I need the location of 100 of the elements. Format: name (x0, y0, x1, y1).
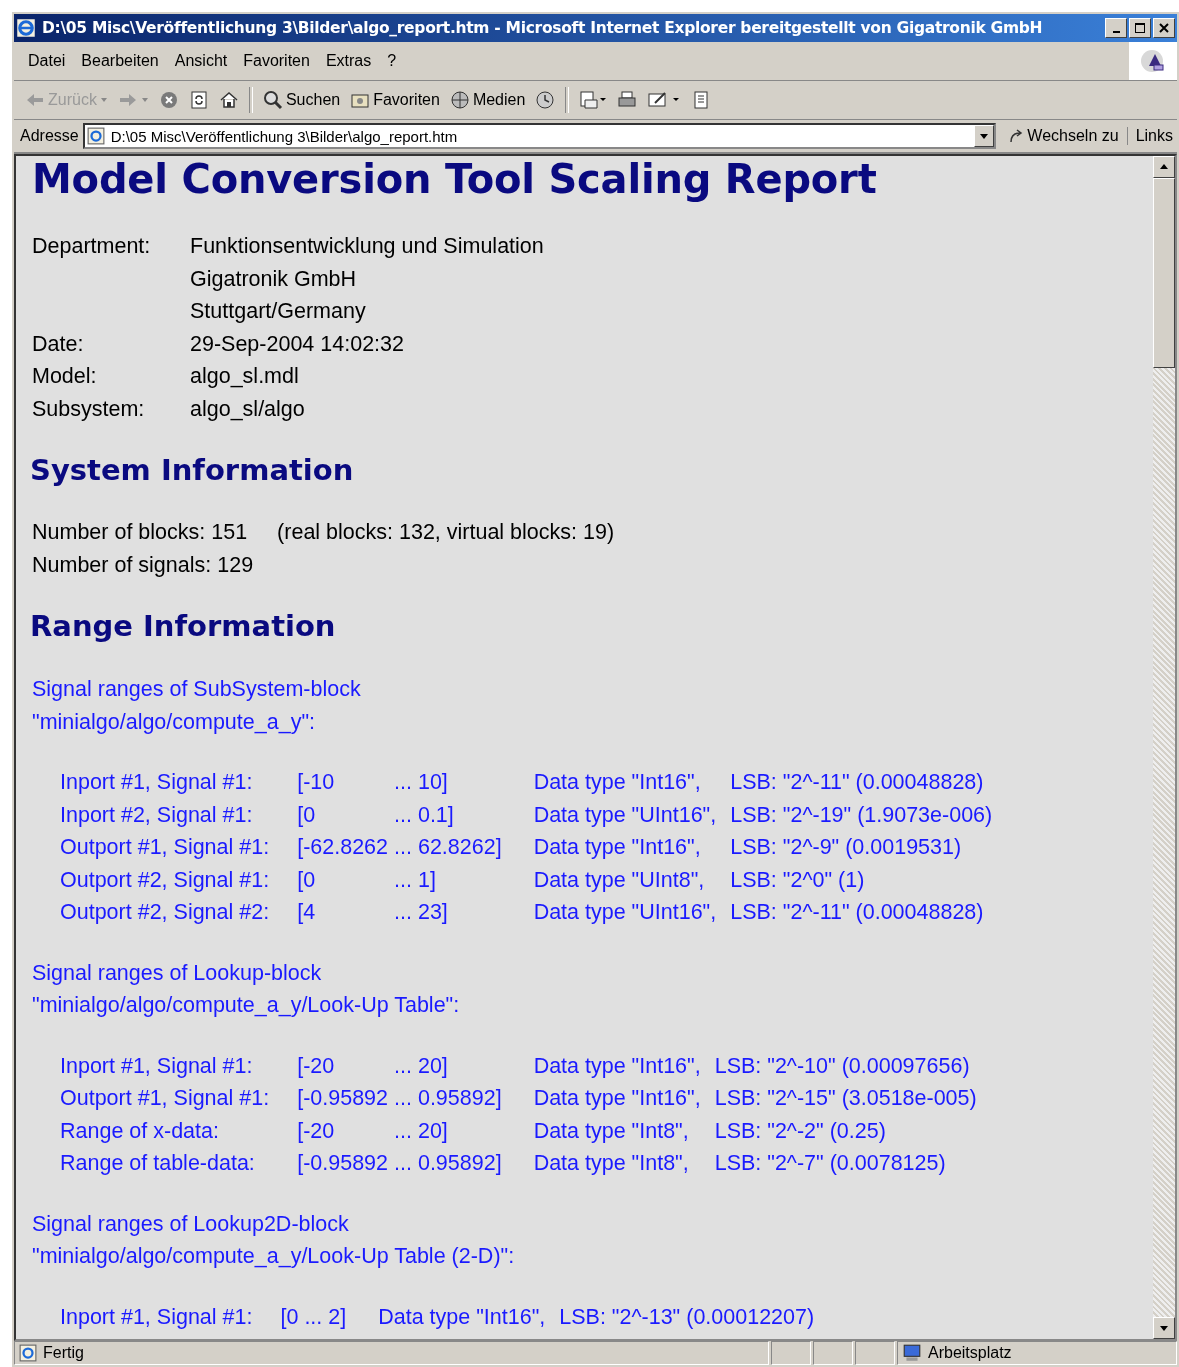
computer-icon (902, 1344, 922, 1362)
range-end: ... 10] (394, 769, 449, 796)
range-end: ... 23] (394, 899, 449, 926)
up-arrow-icon (1159, 162, 1169, 172)
lsb-value: LSB: "2^-11" (0.00048828) (730, 899, 985, 926)
go-button[interactable]: Wechseln zu (1000, 127, 1128, 145)
caret-icon (99, 96, 108, 104)
favorites-button[interactable]: Favoriten (347, 87, 443, 113)
range-end: ... 1] (394, 866, 437, 894)
down-arrow-icon (1159, 1323, 1169, 1333)
links-button[interactable]: Links (1131, 127, 1177, 145)
signal-label: Inport #2, Signal #1: (60, 801, 254, 829)
printer-icon (617, 90, 638, 110)
lsb-value: LSB: "2^-15" (3.0518e-005) (714, 1085, 977, 1112)
lsb-value: LSB: "2^-9" (0.0019531) (730, 834, 963, 861)
search-button[interactable]: Suchen (259, 87, 344, 113)
range-start: [0 (297, 866, 317, 894)
range-start: [-10 (297, 769, 336, 796)
close-icon (1158, 22, 1170, 34)
lsb-value: LSB: "2^-2" (0.25) (714, 1117, 887, 1145)
address-field[interactable]: D:\05 Misc\Veröffentlichung 3\Bilder\algo_report.htm (82, 123, 997, 149)
stat-text: Number of signals: 129 (32, 551, 254, 579)
data-type: Data type "Int16", (532, 769, 702, 796)
close-button[interactable] (1153, 18, 1175, 38)
magnifier-icon (262, 90, 283, 110)
range-end: ... 62.8262] (394, 834, 502, 861)
page-icon (86, 127, 105, 145)
minimize-button[interactable] (1105, 18, 1127, 38)
data-type: Data type "Int16", (532, 1052, 702, 1080)
lsb-value: LSB: "2^-13" (0.00012207) (559, 1303, 815, 1331)
media-button[interactable]: Medien (446, 87, 529, 113)
section-heading: System Information (30, 453, 355, 487)
lsb-value: LSB: "2^-19" (1.9073e-006) (730, 801, 993, 829)
info-label: Department: (32, 233, 152, 260)
block-title: "minialgo/algo/compute_a_y/Look-Up Table (2-D)": (32, 1243, 516, 1270)
range-start: [4 (297, 899, 317, 926)
range-end: ... 0.1] (394, 801, 455, 829)
range-end: ... 0.95892] (394, 1150, 502, 1177)
block-title: "minialgo/algo/compute_a_y": (32, 708, 316, 736)
clock-icon (535, 90, 556, 110)
menu-item[interactable]: ? (379, 52, 405, 70)
home-icon (218, 90, 239, 110)
menu-item[interactable]: Ansicht (166, 52, 236, 70)
caret-icon (140, 96, 149, 104)
vertical-scrollbar[interactable] (1153, 156, 1175, 1339)
maximize-icon (1134, 22, 1146, 34)
range-start: [-20 (297, 1052, 336, 1080)
window-title: D:\05 Misc\Veröffentlichung 3\Bilder\algo_report.htm - Microsoft Internet Explorer bereitgestellt von Gigatronik GmbH (42, 19, 1044, 37)
info-value: Gigatronik GmbH (190, 265, 358, 293)
signal-label: Range of table-data: (60, 1150, 256, 1177)
maximize-button[interactable] (1129, 18, 1151, 38)
curved-arrow-icon (1008, 128, 1025, 144)
scroll-down-button[interactable] (1153, 1317, 1175, 1339)
range-start: [0 (297, 801, 317, 829)
menu-item[interactable]: Favoriten (235, 52, 318, 70)
status-text: Fertig (43, 1344, 84, 1362)
stop-icon (158, 90, 179, 110)
signal-label: Inport #1, Signal #1: (60, 1303, 254, 1331)
range-end: ... 20] (394, 1052, 449, 1080)
block-title: "minialgo/algo/compute_a_y/Look-Up Table": (32, 992, 461, 1019)
edit-icon (647, 90, 682, 110)
info-label: Date: (32, 330, 85, 358)
dropdown-button[interactable] (974, 125, 995, 147)
stat-note: (real blocks: 132, virtual blocks: 19) (277, 519, 615, 546)
data-type: Data type "Int16", (377, 1303, 547, 1331)
lsb-value: LSB: "2^-10" (0.00097656) (714, 1052, 971, 1080)
info-value: algo_sl/algo (190, 395, 306, 423)
address-label: Adresse (20, 127, 79, 145)
menu-item[interactable]: Extras (317, 52, 380, 70)
lsb-value: LSB: "2^0" (1) (730, 866, 866, 894)
info-value: Funktionsentwicklung und Simulation (190, 233, 544, 260)
data-type: Data type "UInt16", (532, 801, 718, 829)
range-end: ... 20] (394, 1117, 449, 1145)
block-title: Signal ranges of Lookup-block (32, 959, 323, 987)
info-value: Stuttgart/Germany (190, 298, 367, 325)
signal-label: Inport #1, Signal #1: (60, 769, 254, 796)
data-type: Data type "UInt8", (532, 866, 706, 894)
throbber-logo (1129, 42, 1177, 80)
data-type: Data type "Int16", (532, 1085, 702, 1112)
menu-item[interactable]: Datei (20, 52, 74, 70)
block-title: Signal ranges of SubSystem-block (32, 676, 362, 703)
info-label: Subsystem: (32, 395, 146, 423)
stat-text: Number of blocks: 151 (32, 519, 248, 546)
range-start: [-0.95892 (297, 1085, 390, 1112)
range-start: [0 (280, 1303, 300, 1331)
menu-item[interactable]: Bearbeiten (73, 52, 167, 70)
lsb-value: LSB: "2^-7" (0.0078125) (714, 1150, 947, 1177)
scroll-thumb[interactable] (1153, 178, 1175, 368)
scroll-up-button[interactable] (1153, 156, 1175, 178)
globe-icon (449, 90, 470, 110)
minimize-icon (1112, 31, 1120, 33)
signal-label: Range of x-data: (60, 1117, 220, 1145)
range-end: ... 0.95892] (394, 1085, 502, 1112)
caret-icon (979, 131, 990, 141)
info-value: 29-Sep-2004 14:02:32 (190, 330, 405, 358)
data-type: Data type "Int8", (532, 1150, 690, 1177)
block-title: Signal ranges of Lookup2D-block (32, 1210, 350, 1238)
signal-label: Inport #1, Signal #1: (60, 1052, 254, 1080)
zone-text: Arbeitsplatz (928, 1344, 1012, 1362)
range-start: [-62.8262 (297, 834, 390, 861)
